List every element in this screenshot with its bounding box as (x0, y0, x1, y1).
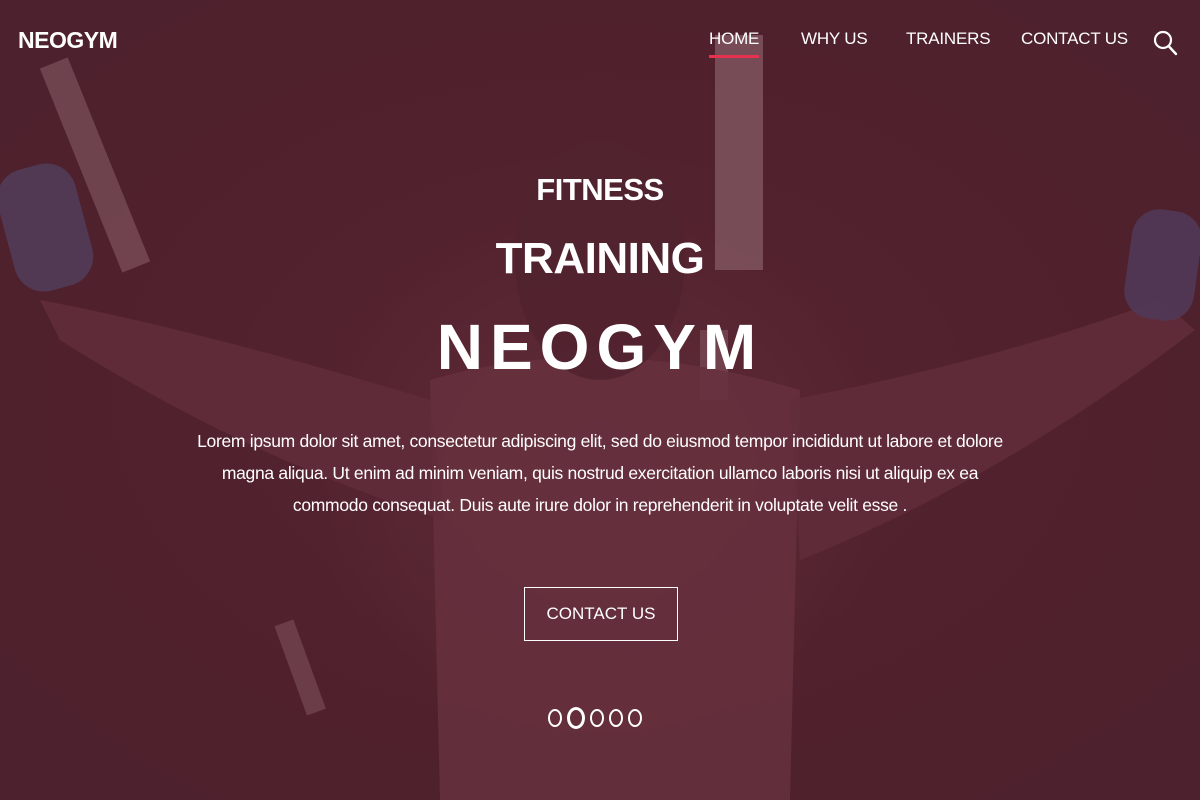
hero-description: Lorem ipsum dolor sit amet, consectetur … (197, 431, 1003, 515)
nav-home[interactable]: HOME (709, 29, 760, 58)
hero-heading-training: TRAINING (495, 234, 705, 283)
slider-pagination (548, 706, 642, 730)
slider-dot-active[interactable] (567, 707, 585, 729)
slider-dot[interactable] (548, 709, 562, 727)
hero-heading-neogym: NEOGYM (436, 311, 764, 383)
nav-contact-us[interactable]: CONTACT US (1021, 29, 1128, 49)
slider-dot[interactable] (628, 709, 642, 727)
hero-section: NEOGYM HOME WHY US TRAINERS CONTACT US F… (0, 0, 1200, 800)
contact-us-button[interactable]: CONTACT US (524, 587, 678, 641)
search-icon[interactable] (1152, 28, 1178, 58)
slider-dot[interactable] (609, 709, 623, 727)
hero-heading-fitness: FITNESS (536, 172, 664, 207)
nav-why-us[interactable]: WHY US (801, 29, 868, 49)
slider-dot[interactable] (590, 709, 604, 727)
nav-trainers[interactable]: TRAINERS (906, 29, 991, 49)
hero-color-overlay (0, 0, 1200, 800)
main-nav: HOME WHY US TRAINERS CONTACT US (0, 29, 1200, 59)
